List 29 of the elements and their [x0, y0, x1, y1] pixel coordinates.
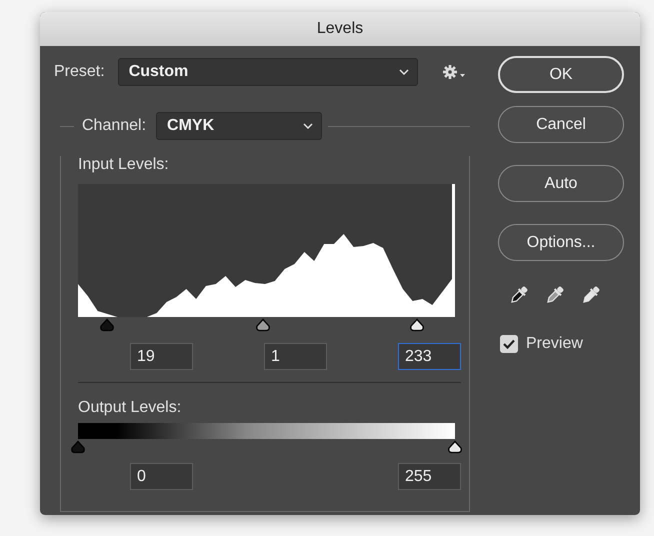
- eyedropper-icon[interactable]: [544, 284, 566, 306]
- preset-label: Preset:: [54, 63, 105, 81]
- eyedropper-icon[interactable]: [508, 284, 530, 306]
- preset-dropdown[interactable]: Custom: [118, 58, 418, 86]
- channel-label: Channel:: [82, 117, 146, 135]
- dialog-button[interactable]: Auto: [498, 165, 624, 202]
- dialog-button[interactable]: Cancel: [498, 106, 624, 143]
- level-field[interactable]: 19: [130, 343, 193, 370]
- preview-label: Preview: [526, 335, 583, 353]
- slider-handle[interactable]: [99, 318, 116, 332]
- dialog-button[interactable]: Options...: [498, 224, 624, 261]
- slider-handle[interactable]: [409, 318, 426, 332]
- settings-icon[interactable]: [442, 64, 468, 80]
- level-field[interactable]: 255: [398, 463, 461, 490]
- chevron-icon: [398, 69, 409, 75]
- preview-checkbox[interactable]: [500, 335, 518, 353]
- eyedropper-icon[interactable]: [580, 284, 602, 306]
- chevron-icon: [303, 123, 314, 129]
- slider-handle[interactable]: [254, 318, 271, 332]
- channel-dropdown[interactable]: CMYK: [156, 112, 322, 140]
- slider-handle[interactable]: [447, 440, 463, 454]
- slider-handle[interactable]: [70, 440, 86, 454]
- output-levels-label: Output Levels:: [78, 399, 182, 417]
- dialog-button[interactable]: OK: [498, 56, 624, 93]
- input-levels-label: Input Levels:: [78, 156, 169, 174]
- level-field[interactable]: 1: [264, 343, 327, 370]
- level-field[interactable]: 0: [130, 463, 193, 490]
- level-field[interactable]: 233: [398, 343, 461, 370]
- window-title: Levels: [316, 20, 364, 38]
